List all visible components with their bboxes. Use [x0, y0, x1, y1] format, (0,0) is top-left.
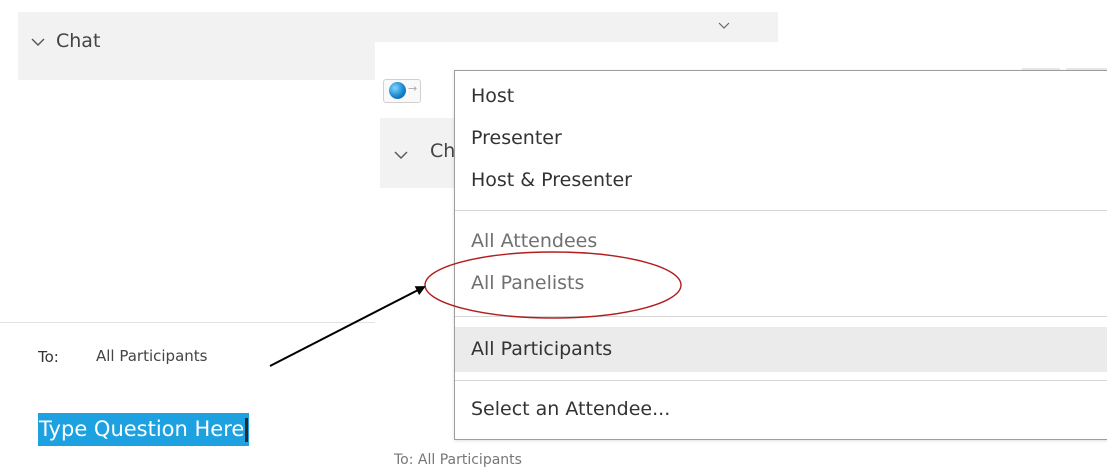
menu-item-all-participants[interactable]: All Participants	[471, 338, 612, 360]
question-text: Type Question Here	[39, 417, 245, 441]
globe-icon	[389, 82, 406, 99]
to-label: To:	[38, 348, 59, 366]
question-input[interactable]: Type Question Here	[38, 413, 250, 446]
menu-item-all-panelists[interactable]: All Panelists	[471, 272, 584, 294]
menu-divider	[455, 380, 1107, 381]
menu-item-host[interactable]: Host	[471, 85, 514, 107]
menu-item-select-attendee[interactable]: Select an Attendee...	[471, 398, 670, 420]
chevron-down-icon[interactable]	[30, 34, 46, 50]
to-row-partial: To: All Participants	[394, 452, 522, 468]
text-cursor	[245, 418, 249, 442]
menu-divider	[455, 316, 1107, 317]
to-recipient-select[interactable]: All Participants	[96, 347, 207, 365]
arrow-right-icon: →	[408, 82, 418, 95]
chevron-down-icon[interactable]	[393, 147, 409, 163]
close-icon[interactable]	[717, 20, 731, 34]
menu-item-presenter[interactable]: Presenter	[471, 127, 562, 149]
chat-title: Ch	[430, 140, 456, 162]
chat-title: Chat	[56, 30, 101, 52]
divider	[0, 322, 380, 323]
menu-item-all-attendees[interactable]: All Attendees	[471, 230, 597, 252]
recipient-dropdown[interactable]: Host Presenter Host & Presenter All Atte…	[454, 70, 1107, 440]
menu-divider	[455, 210, 1107, 211]
menu-item-host-presenter[interactable]: Host & Presenter	[471, 169, 632, 191]
